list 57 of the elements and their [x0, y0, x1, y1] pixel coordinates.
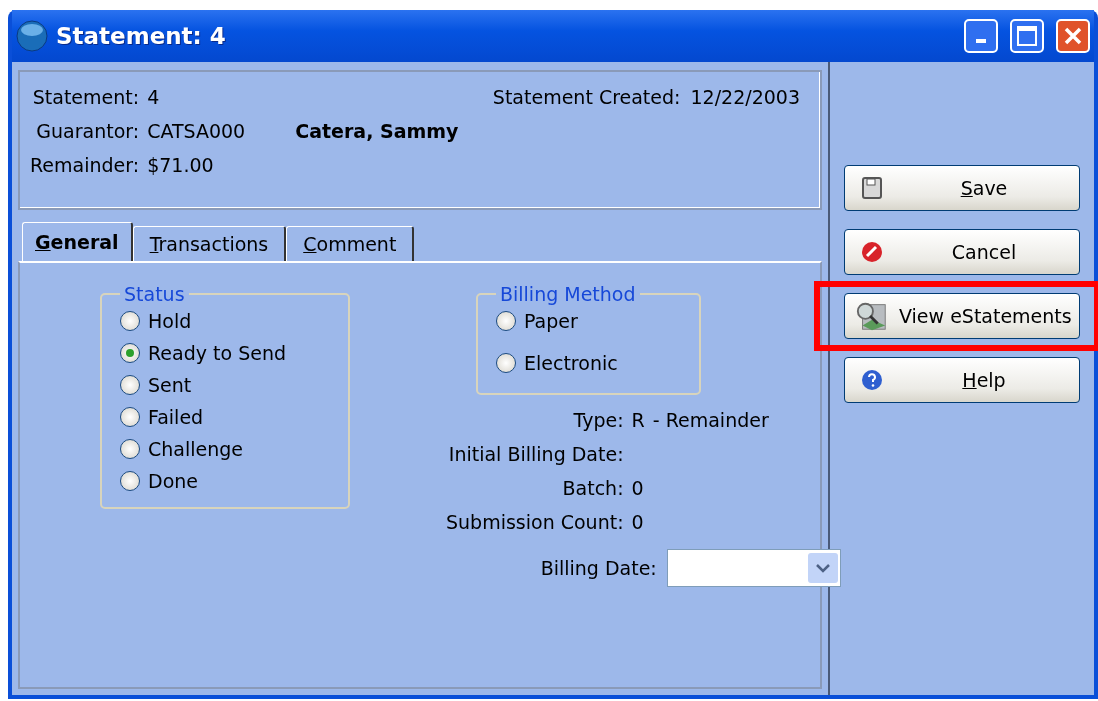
radio-option[interactable]: Hold [120, 307, 334, 335]
radio-button[interactable] [120, 471, 140, 491]
help-button[interactable]: Help [844, 357, 1080, 403]
radio-button[interactable] [496, 353, 516, 373]
field-label: Guarantor: [35, 120, 140, 142]
radio-button[interactable] [120, 439, 140, 459]
group-title: Billing Method [499, 283, 637, 305]
radio-button[interactable] [120, 407, 140, 427]
radio-option[interactable]: Failed [120, 403, 334, 431]
field-value: 4 [147, 86, 161, 108]
field-label: Billing Date: [540, 557, 657, 579]
save-button[interactable]: Save [844, 165, 1080, 211]
type-description: - Remainder [652, 409, 769, 431]
close-button[interactable] [1056, 19, 1090, 53]
radio-button[interactable] [496, 311, 516, 331]
field-label: Statement Created: [492, 86, 681, 108]
tab[interactable]: Comment [286, 226, 415, 261]
field-label: Batch: [561, 477, 624, 499]
close-icon [1063, 26, 1083, 46]
app-logo-icon [16, 20, 48, 52]
field-label: Type: [572, 409, 624, 431]
field-label: Statement: [31, 86, 140, 108]
field-value: 12/22/2003 [690, 86, 800, 108]
field-value: CATSA000 [147, 120, 246, 142]
no-entry-icon [860, 240, 884, 264]
radio-button[interactable] [120, 343, 140, 363]
radio-option[interactable]: Ready to Send [120, 339, 334, 367]
guarantor-name: Catera, Sammy [295, 120, 459, 142]
field-value: $71.00 [147, 154, 215, 176]
minimize-icon [976, 39, 986, 43]
field-label: Remainder: [30, 154, 140, 176]
radio-option[interactable]: Challenge [120, 435, 334, 463]
cancel-button[interactable]: Cancel [844, 229, 1080, 275]
tab[interactable]: General [22, 222, 133, 261]
group-title: Status [123, 283, 186, 305]
window-title: Statement: 4 [56, 23, 227, 49]
field-value: 0 [631, 477, 645, 499]
radio-button[interactable] [120, 375, 140, 395]
tab[interactable]: Transactions [132, 226, 287, 261]
field-label: Submission Count: [446, 511, 624, 533]
chevron-down-icon [814, 562, 831, 574]
floppy-icon [861, 176, 883, 200]
magnifier-document-icon [855, 300, 889, 332]
radio-button[interactable] [120, 311, 140, 331]
maximize-icon [1017, 26, 1037, 46]
minimize-button[interactable] [964, 19, 998, 53]
field-label: Initial Billing Date: [447, 443, 624, 465]
maximize-button[interactable] [1010, 19, 1044, 53]
help-icon [860, 368, 884, 392]
date-dropdown[interactable] [666, 549, 841, 587]
view-button[interactable]: View eStatements [844, 293, 1080, 339]
radio-option[interactable]: Done [120, 467, 334, 495]
field-value: 0 [631, 511, 645, 533]
radio-option[interactable]: Sent [120, 371, 334, 399]
radio-option[interactable]: Electronic [496, 349, 685, 377]
radio-option[interactable]: Paper [496, 307, 685, 335]
field-value: R [631, 409, 645, 431]
